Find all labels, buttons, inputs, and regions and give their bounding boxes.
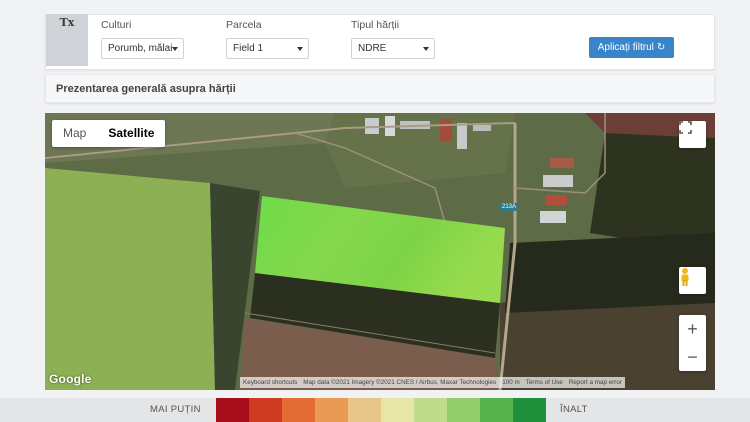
logo-text: Tx bbox=[59, 16, 75, 29]
parcel-label: Parcela bbox=[226, 19, 262, 31]
apply-filter-label: Aplicați filtrul bbox=[597, 42, 654, 53]
zoom-in-button[interactable]: + bbox=[679, 315, 706, 343]
satellite-imagery bbox=[45, 113, 715, 390]
satellite-map[interactable]: 213A Map Satellite + − Google Keyboard s… bbox=[45, 113, 715, 390]
filter-card: Tx Culturi Porumb, mălai Parcela Field 1… bbox=[45, 14, 715, 70]
keyboard-shortcuts-link[interactable]: Keyboard shortcuts bbox=[243, 377, 297, 388]
report-error-link[interactable]: Report a map error bbox=[569, 377, 622, 388]
map-type-select[interactable]: NDRE bbox=[351, 38, 435, 59]
parcel-select-value: Field 1 bbox=[233, 43, 264, 54]
zoom-out-button[interactable]: − bbox=[679, 343, 706, 371]
legend-low-label: MAI PUȚIN bbox=[150, 404, 201, 415]
map-scale[interactable]: 100 m bbox=[502, 377, 520, 388]
legend-swatch bbox=[315, 398, 348, 422]
legend-swatch bbox=[480, 398, 513, 422]
legend-swatch bbox=[282, 398, 315, 422]
legend-swatch bbox=[249, 398, 282, 422]
pegman-icon bbox=[681, 268, 689, 286]
legend-swatch bbox=[513, 398, 546, 422]
map-view-button[interactable]: Map bbox=[52, 120, 97, 147]
road-label: 213A bbox=[500, 203, 519, 211]
legend-swatch bbox=[381, 398, 414, 422]
fullscreen-icon bbox=[679, 121, 692, 134]
chevron-down-icon bbox=[297, 47, 303, 51]
crops-select[interactable]: Porumb, mălai bbox=[101, 38, 184, 59]
map-data-text: Map data ©2021 Imagery ©2021 CNES / Airb… bbox=[303, 379, 497, 386]
chevron-down-icon bbox=[172, 47, 178, 51]
legend-swatch bbox=[414, 398, 447, 422]
parcel-select[interactable]: Field 1 bbox=[226, 38, 309, 59]
legend-high-label: ÎNALT bbox=[560, 404, 588, 415]
legend-swatch bbox=[216, 398, 249, 422]
refresh-icon: ↻ bbox=[656, 42, 666, 53]
apply-filter-button[interactable]: Aplicați filtrul ↻ bbox=[589, 37, 674, 58]
crops-filter: Culturi Porumb, mălai bbox=[101, 19, 184, 59]
ndre-legend: MAI PUȚIN ÎNALT bbox=[0, 398, 750, 422]
map-attribution: Keyboard shortcuts Map data ©2021 Imager… bbox=[240, 377, 626, 388]
legend-swatches bbox=[216, 398, 546, 422]
section-title: Prezentarea generală asupra hărții bbox=[45, 74, 715, 103]
street-view-pegman[interactable] bbox=[679, 267, 706, 294]
fullscreen-button[interactable] bbox=[679, 121, 706, 148]
legend-swatch bbox=[348, 398, 381, 422]
satellite-view-button[interactable]: Satellite bbox=[97, 120, 165, 147]
map-type-filter: Tipul hărții NDRE bbox=[351, 19, 435, 59]
zoom-controls: + − bbox=[679, 315, 706, 371]
legend-swatch bbox=[447, 398, 480, 422]
crops-select-value: Porumb, mălai bbox=[108, 43, 173, 54]
map-type-select-value: NDRE bbox=[358, 43, 387, 54]
parcel-filter: Parcela Field 1 bbox=[226, 19, 309, 59]
logo: Tx bbox=[46, 14, 88, 66]
google-logo: Google bbox=[49, 372, 92, 386]
terms-link[interactable]: Terms of Use bbox=[526, 377, 563, 388]
crops-label: Culturi bbox=[101, 19, 132, 31]
map-type-toggle: Map Satellite bbox=[52, 120, 166, 147]
map-type-label: Tipul hărții bbox=[351, 19, 400, 31]
chevron-down-icon bbox=[423, 47, 429, 51]
